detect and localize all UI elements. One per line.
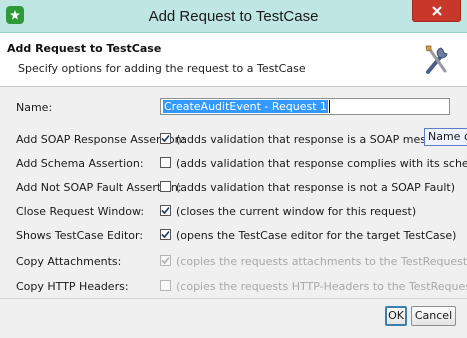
option-description: (copies the requests attachments to the … — [176, 255, 467, 268]
option-checkbox[interactable] — [160, 205, 171, 216]
option-label: Add Schema Assertion: — [16, 157, 144, 170]
name-field[interactable]: CreateAuditEvent - Request 1 — [160, 98, 450, 115]
option-checkbox[interactable] — [160, 133, 171, 144]
name-row: Name: CreateAuditEvent - Request 1 — [0, 97, 467, 119]
option-row: Add Schema Assertion: (adds validation th… — [0, 153, 467, 175]
window-title: Add Request to TestCase — [148, 8, 319, 25]
title-bar: Add Request to TestCase — [0, 0, 467, 33]
option-row: Shows TestCase Editor: (opens the TestCas… — [0, 225, 467, 247]
option-description: (copies the requests HTTP-Headers to the… — [176, 280, 467, 293]
option-description: (adds validation that response is not a … — [176, 181, 455, 194]
option-label: Copy Attachments: — [16, 255, 122, 268]
option-row: Copy Attachments: (copies the requests at… — [0, 251, 467, 273]
tooltip: Name of — [424, 128, 467, 146]
option-description: (adds validation that response is a SOAP… — [176, 133, 457, 146]
header-subtitle: Specify options for adding the request t… — [18, 62, 306, 75]
name-label: Name: — [16, 101, 53, 114]
option-checkbox — [160, 280, 171, 291]
cancel-button[interactable]: Cancel — [411, 306, 456, 326]
option-label: Shows TestCase Editor: — [16, 229, 144, 242]
ok-button[interactable]: OK — [385, 306, 407, 326]
option-row: Add Not SOAP Fault Assertion: (adds valid… — [0, 177, 467, 199]
name-value: CreateAuditEvent - Request 1 — [163, 100, 329, 113]
option-checkbox[interactable] — [160, 157, 171, 168]
header-title: Add Request to TestCase — [7, 42, 162, 55]
option-label: Close Request Window: — [16, 205, 145, 218]
dialog-header: Add Request to TestCase Specify options … — [0, 33, 467, 87]
close-icon — [431, 5, 442, 16]
option-label: Add Not SOAP Fault Assertion: — [16, 181, 182, 194]
option-row: Close Request Window: (closes the current… — [0, 201, 467, 223]
checkmark-icon — [161, 230, 170, 239]
option-checkbox[interactable] — [160, 181, 171, 192]
option-label: Copy HTTP Headers: — [16, 280, 129, 293]
option-checkbox[interactable] — [160, 229, 171, 240]
checkmark-icon — [161, 134, 170, 143]
option-row: Add SOAP Response Assertion: (adds valida… — [0, 129, 467, 151]
close-button[interactable] — [412, 0, 461, 22]
checkmark-icon — [161, 256, 170, 265]
checkmark-icon — [161, 206, 170, 215]
option-row: Copy HTTP Headers: (copies the requests H… — [0, 276, 467, 298]
option-checkbox — [160, 255, 171, 266]
tools-icon — [425, 45, 448, 74]
option-description: (adds validation that response complies … — [176, 157, 467, 170]
footer-divider — [0, 298, 467, 299]
option-description: (closes the current window for this requ… — [176, 205, 417, 218]
option-description: (opens the TestCase editor for the targe… — [176, 229, 457, 242]
